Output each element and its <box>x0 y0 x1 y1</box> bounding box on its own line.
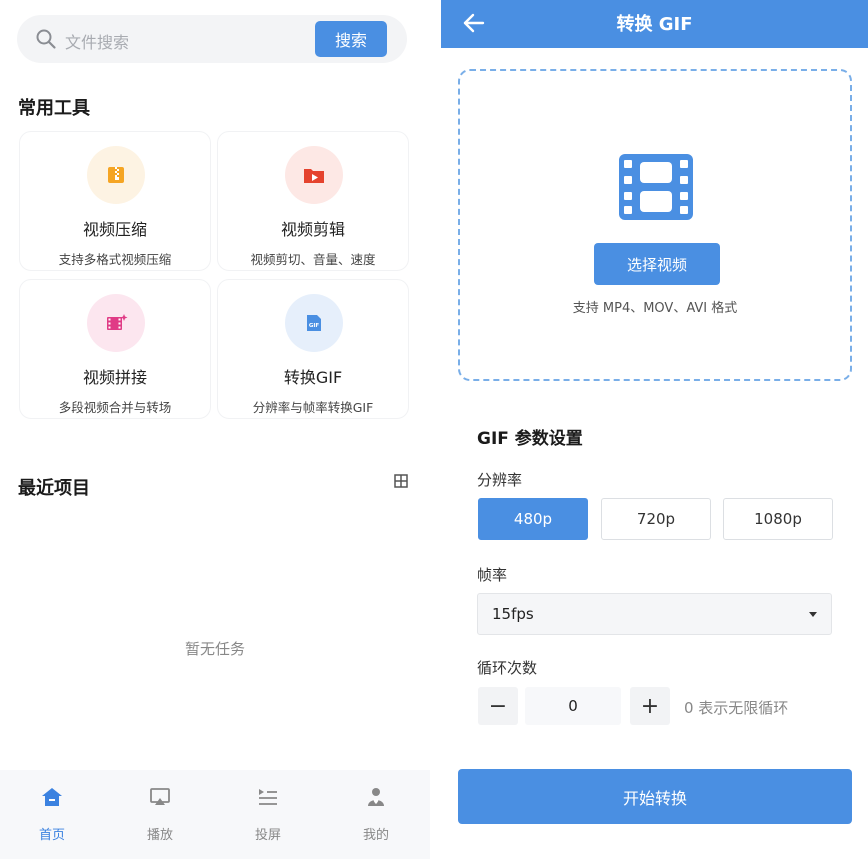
resolution-option-720p[interactable]: 720p <box>601 498 711 540</box>
supported-formats-text: 支持 MP4、MOV、AVI 格式 <box>572 301 738 316</box>
tools-section-title: 常用工具 <box>18 98 90 119</box>
tool-desc: 视频剪切、音量、速度 <box>250 252 376 267</box>
search-bar[interactable]: 文件搜索 搜索 <box>17 15 407 63</box>
gif-convert-screen: 转换 GIF 选择视频 支持 MP4、MOV、AVI 格式 GIF 参数设置 分… <box>441 0 868 859</box>
bottom-tabbar: 首页 播放 投屏 我的 <box>0 770 430 859</box>
gif-tool-badge: GIF <box>285 294 343 352</box>
user-icon <box>368 788 384 806</box>
tool-card-compress[interactable]: 视频压缩 支持多格式视频压缩 <box>19 131 211 271</box>
film-icon <box>619 154 693 220</box>
tab-home[interactable]: 首页 <box>22 786 82 843</box>
framerate-label: 帧率 <box>477 566 508 584</box>
start-convert-button[interactable]: 开始转换 <box>458 769 852 824</box>
grid-icon[interactable] <box>394 474 408 488</box>
video-folder-icon <box>304 169 324 183</box>
tool-desc: 多段视频合并与转场 <box>58 400 172 415</box>
select-video-button[interactable]: 选择视频 <box>594 243 720 285</box>
loop-count-label: 循环次数 <box>477 659 538 677</box>
tool-desc: 支持多格式视频压缩 <box>58 252 172 267</box>
resolution-option-480p[interactable]: 480p <box>478 498 588 540</box>
tab-label: 首页 <box>38 828 65 843</box>
loop-increment-button[interactable]: + <box>630 687 670 725</box>
tool-card-gif[interactable]: GIF 转换GIF 分辨率与帧率转换GIF <box>217 279 409 419</box>
video-drop-zone[interactable]: 选择视频 支持 MP4、MOV、AVI 格式 <box>458 69 852 381</box>
tab-label: 播放 <box>146 828 173 843</box>
tab-label: 我的 <box>362 828 389 843</box>
tool-name: 视频剪辑 <box>280 220 345 239</box>
resolution-label: 分辨率 <box>477 471 523 489</box>
empty-state-text: 暂无任务 <box>184 640 245 658</box>
resolution-option-1080p[interactable]: 1080p <box>723 498 833 540</box>
airplay-icon <box>150 788 170 805</box>
tool-card-merge[interactable]: 视频拼接 多段视频合并与转场 <box>19 279 211 419</box>
tool-name: 视频拼接 <box>82 368 147 387</box>
film-merge-icon <box>107 314 128 330</box>
svg-text:GIF: GIF <box>309 323 320 329</box>
home-screen: 文件搜索 搜索 常用工具 视频压缩 支持多格式视频压缩 视频剪辑 视频剪切、音量… <box>0 0 430 859</box>
chevron-down-icon <box>809 612 817 617</box>
search-button[interactable]: 搜索 <box>315 21 387 57</box>
tool-name: 视频压缩 <box>82 220 147 239</box>
loop-count-input[interactable]: 0 <box>525 687 621 725</box>
loop-decrement-button[interactable]: − <box>478 687 518 725</box>
search-icon <box>36 29 56 49</box>
tab-cast[interactable]: 投屏 <box>238 786 298 843</box>
framerate-value: 15fps <box>492 605 534 623</box>
tool-card-edit[interactable]: 视频剪辑 视频剪切、音量、速度 <box>217 131 409 271</box>
params-section-title: GIF 参数设置 <box>477 429 583 449</box>
zip-file-icon <box>108 167 124 183</box>
compress-tool-badge <box>87 146 145 204</box>
tool-name: 转换GIF <box>283 368 343 387</box>
page-title: 转换 GIF <box>616 14 693 35</box>
tab-play[interactable]: 播放 <box>130 786 190 843</box>
playlist-icon <box>259 789 277 805</box>
top-app-bar: 转换 GIF <box>441 0 868 48</box>
tab-mine[interactable]: 我的 <box>346 786 406 843</box>
search-input[interactable]: 文件搜索 <box>65 29 129 53</box>
home-icon <box>42 788 62 806</box>
merge-tool-badge <box>87 294 145 352</box>
tab-label: 投屏 <box>254 828 281 843</box>
framerate-select[interactable]: 15fps <box>477 593 832 635</box>
edit-tool-badge <box>285 146 343 204</box>
loop-hint-text: 0 表示无限循环 <box>684 699 789 717</box>
tool-desc: 分辨率与帧率转换GIF <box>252 400 374 415</box>
recent-section-title: 最近项目 <box>18 478 90 499</box>
gif-file-icon: GIF <box>307 315 321 331</box>
